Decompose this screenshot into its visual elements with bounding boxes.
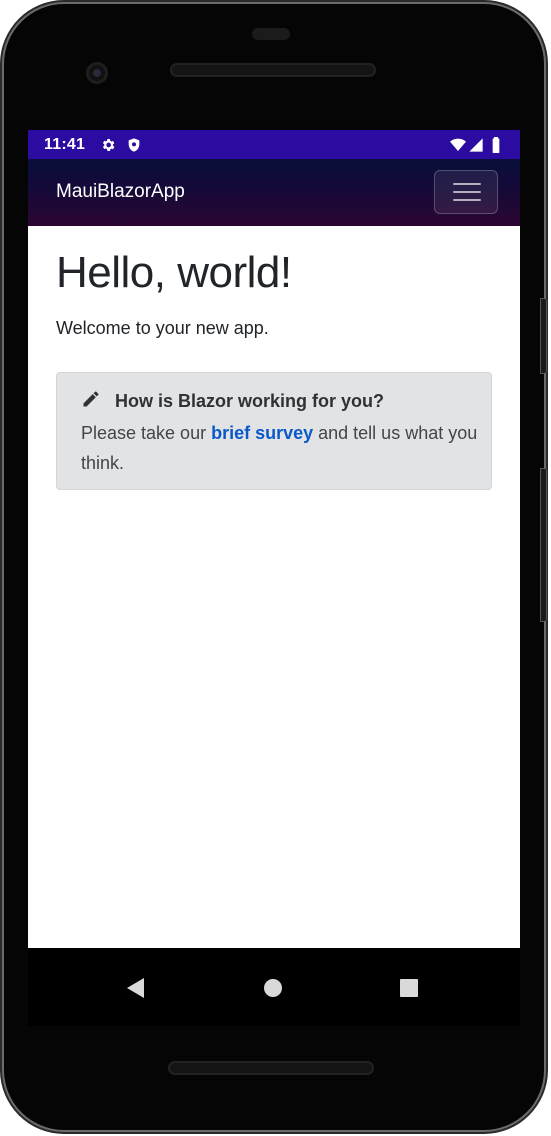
survey-heading: How is Blazor working for you? bbox=[115, 391, 385, 411]
back-icon[interactable] bbox=[118, 970, 154, 1006]
wifi-icon bbox=[450, 138, 466, 151]
power-button bbox=[540, 298, 547, 374]
welcome-text: Welcome to your new app. bbox=[56, 318, 269, 338]
shield-icon bbox=[128, 138, 140, 152]
main-content: Hello, world! Welcome to your new app. H… bbox=[28, 226, 520, 948]
screen: 11:41 MauiBlazorApp Hello, world! Welcom… bbox=[28, 130, 520, 1026]
bottom-speaker bbox=[168, 1061, 374, 1075]
survey-text: Please take our brief survey and tell us… bbox=[81, 418, 481, 478]
signal-icon bbox=[469, 138, 483, 152]
earpiece bbox=[252, 28, 290, 40]
gear-icon bbox=[102, 139, 115, 151]
volume-button bbox=[540, 468, 547, 622]
pencil-icon bbox=[83, 391, 99, 407]
status-bar: 11:41 bbox=[28, 130, 520, 159]
home-icon[interactable] bbox=[255, 970, 291, 1006]
survey-text-before: Please take our bbox=[81, 423, 212, 443]
menu-toggle-button[interactable] bbox=[434, 170, 498, 214]
app-navbar: MauiBlazorApp bbox=[28, 159, 520, 226]
brief-survey-link[interactable]: brief survey bbox=[211, 423, 313, 443]
top-speaker bbox=[170, 63, 376, 77]
brand-title[interactable]: MauiBlazorApp bbox=[56, 181, 185, 203]
battery-icon bbox=[492, 137, 500, 153]
survey-prompt: How is Blazor working for you? Please ta… bbox=[56, 372, 492, 490]
status-time: 11:41 bbox=[44, 136, 86, 153]
front-camera bbox=[86, 62, 108, 84]
recents-icon[interactable] bbox=[391, 970, 427, 1006]
system-navigation-bar bbox=[28, 948, 520, 1026]
page-title: Hello, world! bbox=[56, 248, 292, 297]
